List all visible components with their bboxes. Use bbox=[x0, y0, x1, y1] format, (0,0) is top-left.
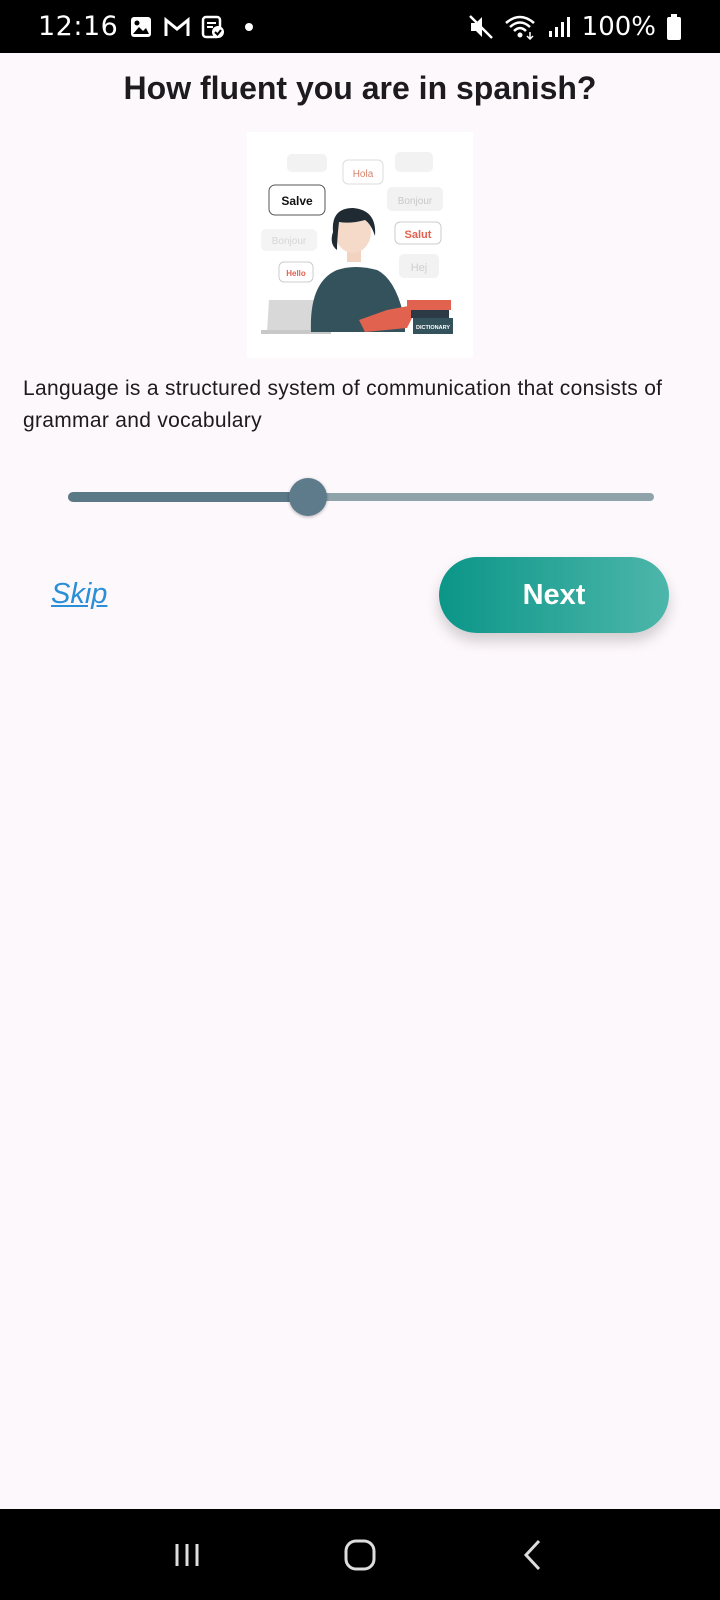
illustration-svg: Hola Salve Bonjour Salut Bonjour Hej Hel… bbox=[261, 152, 453, 334]
wifi-icon bbox=[504, 14, 536, 40]
signal-icon bbox=[546, 14, 572, 40]
language-illustration: Hola Salve Bonjour Salut Bonjour Hej Hel… bbox=[247, 132, 473, 358]
navigation-bar bbox=[0, 1509, 720, 1600]
slider-active-track bbox=[68, 492, 308, 502]
recent-apps-icon bbox=[175, 1543, 199, 1566]
speech-bubble-blank bbox=[287, 154, 327, 172]
status-left: 12:16 bbox=[38, 11, 262, 42]
bubble-text: Salut bbox=[405, 229, 432, 241]
recent-apps-button[interactable] bbox=[157, 1525, 217, 1585]
gallery-icon bbox=[128, 14, 154, 40]
back-icon bbox=[524, 1539, 541, 1570]
bubble-text: Hello bbox=[286, 269, 306, 278]
battery-icon bbox=[666, 13, 682, 40]
fluency-slider[interactable] bbox=[68, 477, 654, 517]
bubble-text: Salve bbox=[281, 194, 313, 208]
clipboard-check-icon bbox=[200, 14, 226, 40]
next-button[interactable]: Next bbox=[439, 557, 669, 633]
bubble-text: Hola bbox=[353, 169, 374, 180]
mute-icon bbox=[468, 14, 494, 40]
page-title: How fluent you are in spanish? bbox=[123, 70, 597, 106]
status-time: 12:16 bbox=[38, 11, 119, 42]
dot-icon bbox=[236, 14, 262, 40]
status-bar: 12:16 100% bbox=[0, 0, 720, 53]
skip-link[interactable]: Skip bbox=[51, 578, 107, 611]
slider-thumb[interactable] bbox=[289, 478, 327, 516]
bubble-text: Hej bbox=[411, 262, 428, 274]
bubble-text: Bonjour bbox=[272, 236, 307, 247]
speech-bubble-blank bbox=[395, 152, 433, 172]
description-text: Language is a structured system of commu… bbox=[23, 377, 663, 432]
book-label: DICTIONARY bbox=[416, 325, 450, 331]
bubble-text: Bonjour bbox=[398, 196, 433, 207]
home-icon bbox=[344, 1539, 376, 1570]
battery-percent: 100% bbox=[581, 11, 656, 42]
gmail-icon bbox=[164, 14, 190, 40]
back-button[interactable] bbox=[503, 1525, 563, 1585]
status-right: 100% bbox=[468, 12, 682, 42]
home-button[interactable] bbox=[330, 1525, 390, 1585]
